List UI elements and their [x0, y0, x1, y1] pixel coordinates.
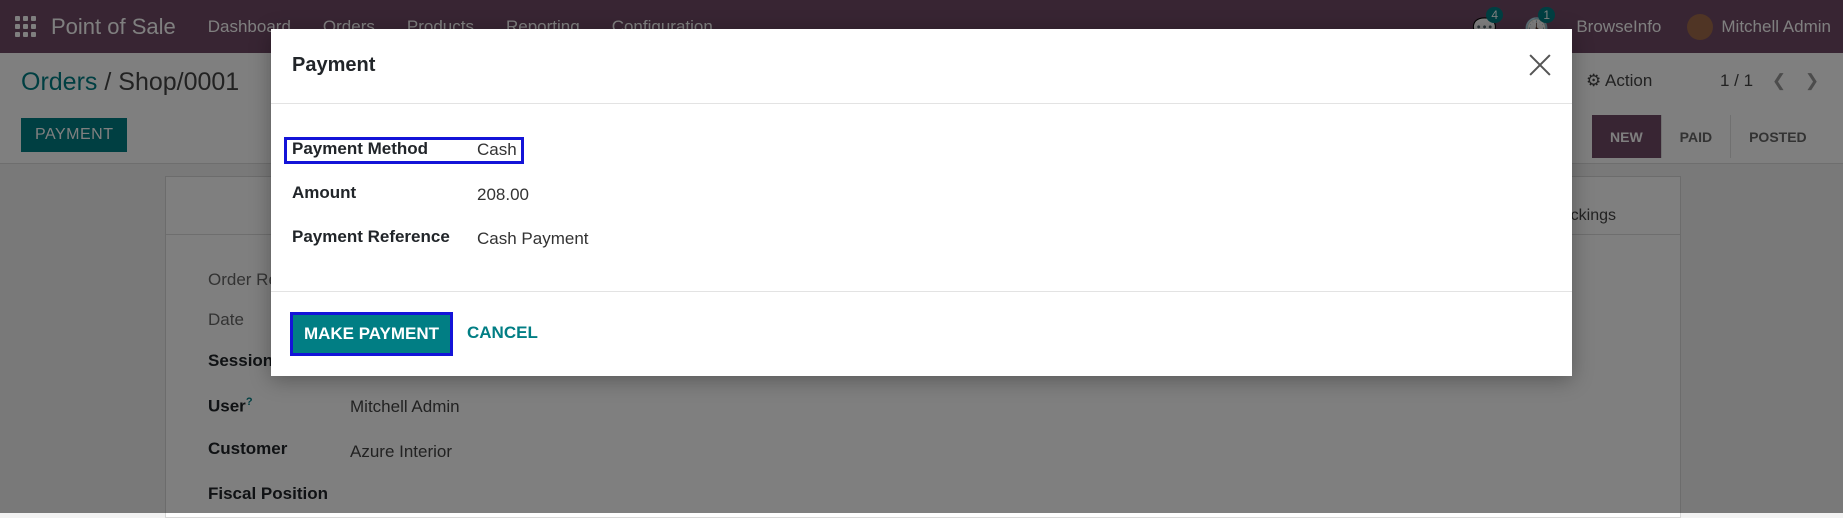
make-payment-button[interactable]: MAKE PAYMENT: [290, 312, 453, 356]
payment-reference-label: Payment Reference: [292, 227, 450, 246]
payment-dialog: Payment Payment Method Cash Amount 208.0…: [271, 29, 1572, 376]
payment-reference-input[interactable]: Cash Payment: [477, 229, 589, 249]
cancel-button[interactable]: CANCEL: [467, 323, 538, 343]
amount-label: Amount: [292, 183, 357, 202]
close-icon[interactable]: [1526, 51, 1554, 79]
payment-method-select[interactable]: Cash: [477, 140, 517, 160]
amount-input[interactable]: 208.00: [477, 185, 529, 205]
payment-method-label: Payment Method: [292, 139, 429, 158]
dialog-header: Payment: [271, 29, 1572, 104]
dialog-title: Payment: [292, 54, 376, 76]
dialog-footer: MAKE PAYMENT CANCEL: [271, 291, 1572, 377]
